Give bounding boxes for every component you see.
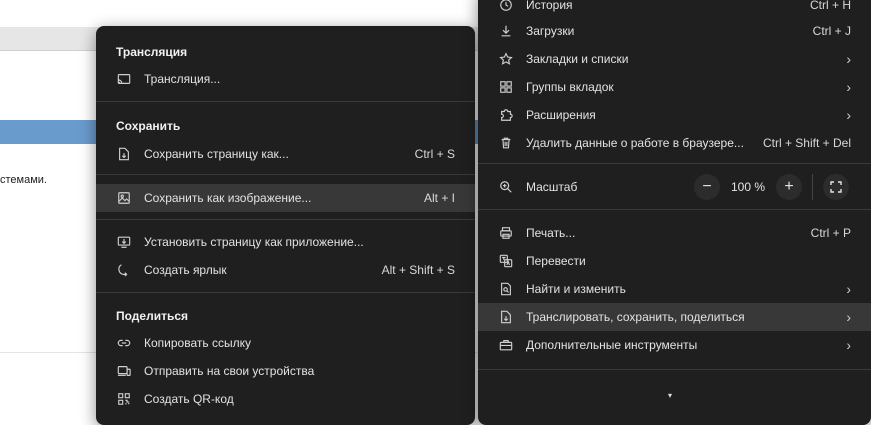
link-icon [116, 335, 132, 351]
tab-groups-icon [498, 79, 514, 95]
cast-icon [116, 71, 132, 87]
zoom-level: 100 % [730, 180, 766, 194]
fullscreen-button[interactable] [823, 174, 849, 200]
section-header-share: Поделиться [116, 309, 189, 323]
separator [478, 209, 871, 210]
zoom-row: Масштаб − 100 % + [478, 171, 871, 203]
separator [96, 292, 475, 293]
separator [96, 101, 475, 102]
separator [478, 163, 871, 164]
create-shortcut-item[interactable]: Создать ярлык Alt + Shift + S [96, 256, 475, 284]
zoom-icon [498, 179, 514, 195]
print-item[interactable]: Печать... Ctrl + P [478, 219, 871, 247]
section-header-cast: Трансляция [116, 45, 188, 59]
clear-data-item[interactable]: Удалить данные о работе в браузере... Ct… [478, 129, 871, 157]
trash-icon [498, 135, 514, 151]
chevron-right-icon: › [846, 337, 851, 353]
chevron-right-icon: › [846, 79, 851, 95]
chevron-right-icon: › [846, 51, 851, 67]
separator [96, 174, 475, 175]
qr-code-item[interactable]: Создать QR-код [96, 385, 475, 413]
fullscreen-icon [830, 181, 842, 193]
find-edit-item[interactable]: Найти и изменить › [478, 275, 871, 303]
qr-code-icon [116, 391, 132, 407]
separator [478, 369, 871, 370]
send-devices-item[interactable]: Отправить на свои устройства [96, 357, 475, 385]
image-icon [116, 190, 132, 206]
copy-link-item[interactable]: Копировать ссылку [96, 329, 475, 357]
download-icon [498, 23, 514, 39]
save-image-item[interactable]: Сохранить как изображение... Alt + I [96, 184, 475, 212]
zoom-label: Масштаб [526, 180, 578, 194]
translate-icon [498, 253, 514, 269]
tab-groups-item[interactable]: Группы вкладок › [478, 73, 871, 101]
browser-main-menu: История Ctrl + H Загрузки Ctrl + J Закла… [478, 0, 871, 425]
save-page-icon [498, 309, 514, 325]
zoom-divider [812, 174, 813, 200]
extensions-item[interactable]: Расширения › [478, 101, 871, 129]
zoom-out-button[interactable]: − [694, 174, 720, 200]
separator [96, 219, 475, 220]
translate-item[interactable]: Перевести [478, 247, 871, 275]
chevron-right-icon: › [846, 309, 851, 325]
chevron-right-icon: › [846, 281, 851, 297]
save-page-icon [116, 146, 132, 162]
save-page-item[interactable]: Сохранить страницу как... Ctrl + S [96, 140, 475, 168]
toolbox-icon [498, 337, 514, 353]
more-tools-item[interactable]: Дополнительные инструменты › [478, 331, 871, 359]
cast-save-share-submenu: Трансляция Трансляция... Сохранить Сохра… [96, 26, 475, 425]
devices-icon [116, 363, 132, 379]
install-app-item[interactable]: Установить страницу как приложение... [96, 228, 475, 256]
star-icon [498, 51, 514, 67]
cast-item[interactable]: Трансляция... [96, 65, 475, 93]
puzzle-icon [498, 107, 514, 123]
bookmarks-item[interactable]: Закладки и списки › [478, 45, 871, 73]
cast-save-share-item[interactable]: Транслировать, сохранить, поделиться › [478, 303, 871, 331]
scroll-down-icon[interactable]: ▾ [668, 391, 672, 400]
history-icon [498, 0, 514, 13]
print-icon [498, 225, 514, 241]
section-header-save: Сохранить [116, 119, 181, 133]
page-partial-text: стемами. [0, 174, 47, 186]
chevron-right-icon: › [846, 107, 851, 123]
install-app-icon [116, 234, 132, 250]
find-icon [498, 281, 514, 297]
shortcut-icon [116, 262, 132, 278]
zoom-in-button[interactable]: + [776, 174, 802, 200]
downloads-item[interactable]: Загрузки Ctrl + J [478, 17, 871, 45]
